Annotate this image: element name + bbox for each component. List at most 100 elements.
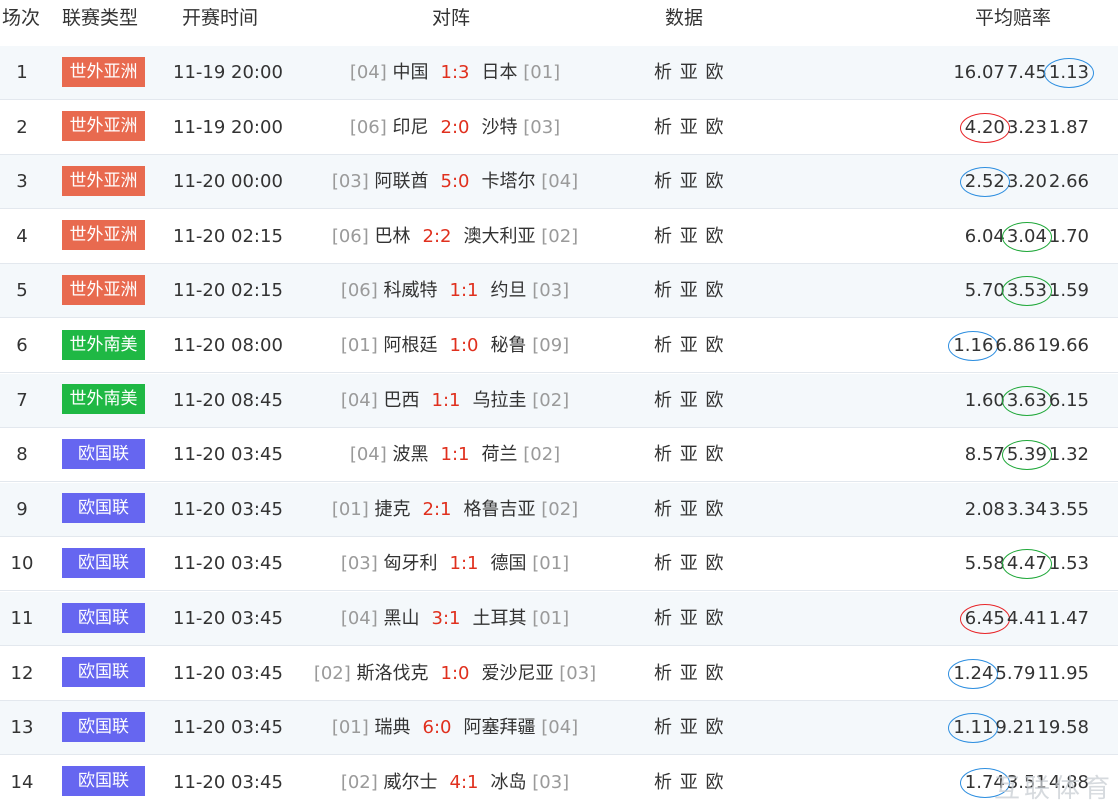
table-row[interactable]: 2 世外亚洲 11-19 20:00 [06] 印尼 2:0 沙特 [03] 析 亚 欧 4.… [0,100,1118,155]
league-badge[interactable]: 欧国联 [62,711,145,742]
data-links[interactable]: 析 亚 欧 [654,374,744,428]
league-badge[interactable]: 欧国联 [62,547,145,578]
league-badge[interactable]: 世外南美 [62,384,145,415]
away-team[interactable]: 阿塞拜疆 [463,717,535,738]
home-team[interactable]: 威尔士 [384,772,438,793]
odds-value: 1.13 [1043,46,1094,100]
home-team[interactable]: 黑山 [384,608,420,629]
data-links[interactable]: 析 亚 欧 [654,756,744,801]
away-team[interactable]: 荷兰 [481,444,517,465]
table-row[interactable]: 3 世外亚洲 11-20 00:00 [03] 阿联酋 5:0 卡塔尔 [04] 析 亚 欧… [0,155,1118,210]
row-index: 9 [16,498,28,520]
league-cell: 世外亚洲 [62,101,146,155]
average-odds: 5.70 3.53 1.59 [930,264,1090,318]
league-badge[interactable]: 世外亚洲 [62,56,145,87]
home-team[interactable]: 捷克 [375,499,411,520]
row-index: 2 [16,116,28,138]
kickoff-time: 11-20 02:15 [173,280,283,302]
away-team[interactable]: 爱沙尼亚 [481,663,553,684]
table-row[interactable]: 7 世外南美 11-20 08:45 [04] 巴西 1:1 乌拉圭 [02] 析 亚 欧 1… [0,373,1118,428]
table-row[interactable]: 6 世外南美 11-20 08:00 [01] 阿根廷 1:0 秘鲁 [09] 析 亚 欧 1… [0,319,1118,373]
home-team[interactable]: 中国 [393,62,429,83]
away-team[interactable]: 土耳其 [472,608,526,629]
away-team[interactable]: 格鲁吉亚 [463,499,535,520]
match-score: 1:1 [449,280,479,302]
league-badge[interactable]: 欧国联 [62,493,145,524]
data-links[interactable]: 析 亚 欧 [654,537,744,591]
match-score: 3:1 [431,608,461,629]
odds-value: 2.08 [964,498,1005,520]
odds-value: 3.20 [1006,171,1047,193]
data-links[interactable]: 析 亚 欧 [654,46,744,100]
league-badge[interactable]: 世外亚洲 [62,274,145,305]
odds-value: 16.07 [953,62,1005,83]
away-rank: [04] [541,717,579,739]
table-row[interactable]: 8 欧国联 11-20 03:45 [04] 波黑 1:1 荷兰 [02] 析 亚 欧 8.5… [0,428,1118,483]
kickoff-time: 11-20 03:45 [173,498,283,520]
home-team[interactable]: 巴林 [375,226,411,247]
home-team[interactable]: 印尼 [393,117,429,138]
home-team[interactable]: 斯洛伐克 [357,663,429,684]
data-links[interactable]: 析 亚 欧 [654,155,744,209]
odds-value: 1.53 [1048,553,1089,575]
odds-value: 6.15 [1048,389,1089,411]
away-team[interactable]: 秘鲁 [490,335,526,356]
league-badge[interactable]: 欧国联 [62,602,145,633]
home-team[interactable]: 瑞典 [375,717,411,738]
odds-value: 5.39 [1001,428,1052,482]
home-team[interactable]: 阿根廷 [384,335,438,356]
table-row[interactable]: 9 欧国联 11-20 03:45 [01] 捷克 2:1 格鲁吉亚 [02] 析 亚 欧 2… [0,482,1118,537]
league-badge[interactable]: 欧国联 [62,438,145,469]
header-match: 对阵 [432,7,471,29]
table-row[interactable]: 10 欧国联 11-20 03:45 [03] 匈牙利 1:1 德国 [01] 析 亚 欧 5… [0,537,1118,592]
league-cell: 世外南美 [62,319,146,373]
table-row[interactable]: 13 欧国联 11-20 03:45 [01] 瑞典 6:0 阿塞拜疆 [04] 析 亚 欧… [0,701,1118,756]
away-team[interactable]: 澳大利亚 [463,226,535,247]
league-badge[interactable]: 世外亚洲 [62,165,145,196]
match-cell: [06] 印尼 2:0 沙特 [03] [300,101,610,155]
data-links[interactable]: 析 亚 欧 [654,701,744,755]
table-row[interactable]: 4 世外亚洲 11-20 02:15 [06] 巴林 2:2 澳大利亚 [02] 析 亚 欧… [0,209,1118,264]
away-team[interactable]: 沙特 [481,117,517,138]
league-badge[interactable]: 世外南美 [62,329,145,360]
data-links[interactable]: 析 亚 欧 [654,319,744,373]
home-rank: [04] [349,62,387,83]
match-cell: [01] 捷克 2:1 格鲁吉亚 [02] [300,483,610,537]
home-team[interactable]: 巴西 [384,390,420,411]
match-score: 1:3 [440,62,470,83]
home-team[interactable]: 波黑 [393,444,429,465]
away-team[interactable]: 冰岛 [490,772,526,793]
data-links[interactable]: 析 亚 欧 [654,428,744,482]
odds-value: 3.34 [1006,498,1047,520]
away-team[interactable]: 卡塔尔 [481,171,535,192]
row-index: 8 [16,444,28,466]
league-badge[interactable]: 世外亚洲 [62,111,145,142]
home-team[interactable]: 阿联酋 [375,171,429,192]
away-team[interactable]: 约旦 [490,280,526,301]
odds-value: 3.23 [1006,116,1047,138]
league-cell: 欧国联 [62,756,146,801]
away-team[interactable]: 日本 [481,62,517,83]
table-row[interactable]: 12 欧国联 11-20 03:45 [02] 斯洛伐克 1:0 爱沙尼亚 [03] 析 亚… [0,646,1118,701]
league-badge[interactable]: 欧国联 [62,766,145,797]
league-badge[interactable]: 世外亚洲 [62,220,145,251]
data-links[interactable]: 析 亚 欧 [654,210,744,264]
row-index: 6 [16,335,28,356]
table-row[interactable]: 11 欧国联 11-20 03:45 [04] 黑山 3:1 土耳其 [01] 析 亚 欧 6… [0,592,1118,646]
table-row[interactable]: 14 欧国联 11-20 03:45 [02] 威尔士 4:1 冰岛 [03] 析 亚 欧1… [0,755,1118,801]
home-rank: [03] [331,171,369,193]
data-links[interactable]: 析 亚 欧 [654,101,744,155]
league-badge[interactable]: 欧国联 [62,657,145,688]
data-links[interactable]: 析 亚 欧 [654,264,744,318]
home-team[interactable]: 匈牙利 [384,553,438,574]
table-row[interactable]: 5 世外亚洲 11-20 02:15 [06] 科威特 1:1 约旦 [03] 析 亚 欧 5… [0,264,1118,319]
table-row[interactable]: 1 世外亚洲 11-19 20:00 [04] 中国 1:3 日本 [01] 析 亚 欧 16… [0,46,1118,100]
row-index: 3 [16,171,28,193]
away-team[interactable]: 德国 [490,553,526,574]
away-team[interactable]: 乌拉圭 [472,390,526,411]
data-links[interactable]: 析 亚 欧 [654,483,744,537]
kickoff-time: 11-20 03:45 [173,553,283,575]
home-team[interactable]: 科威特 [384,280,438,301]
data-links[interactable]: 析 亚 欧 [654,647,744,701]
data-links[interactable]: 析 亚 欧 [654,592,744,646]
